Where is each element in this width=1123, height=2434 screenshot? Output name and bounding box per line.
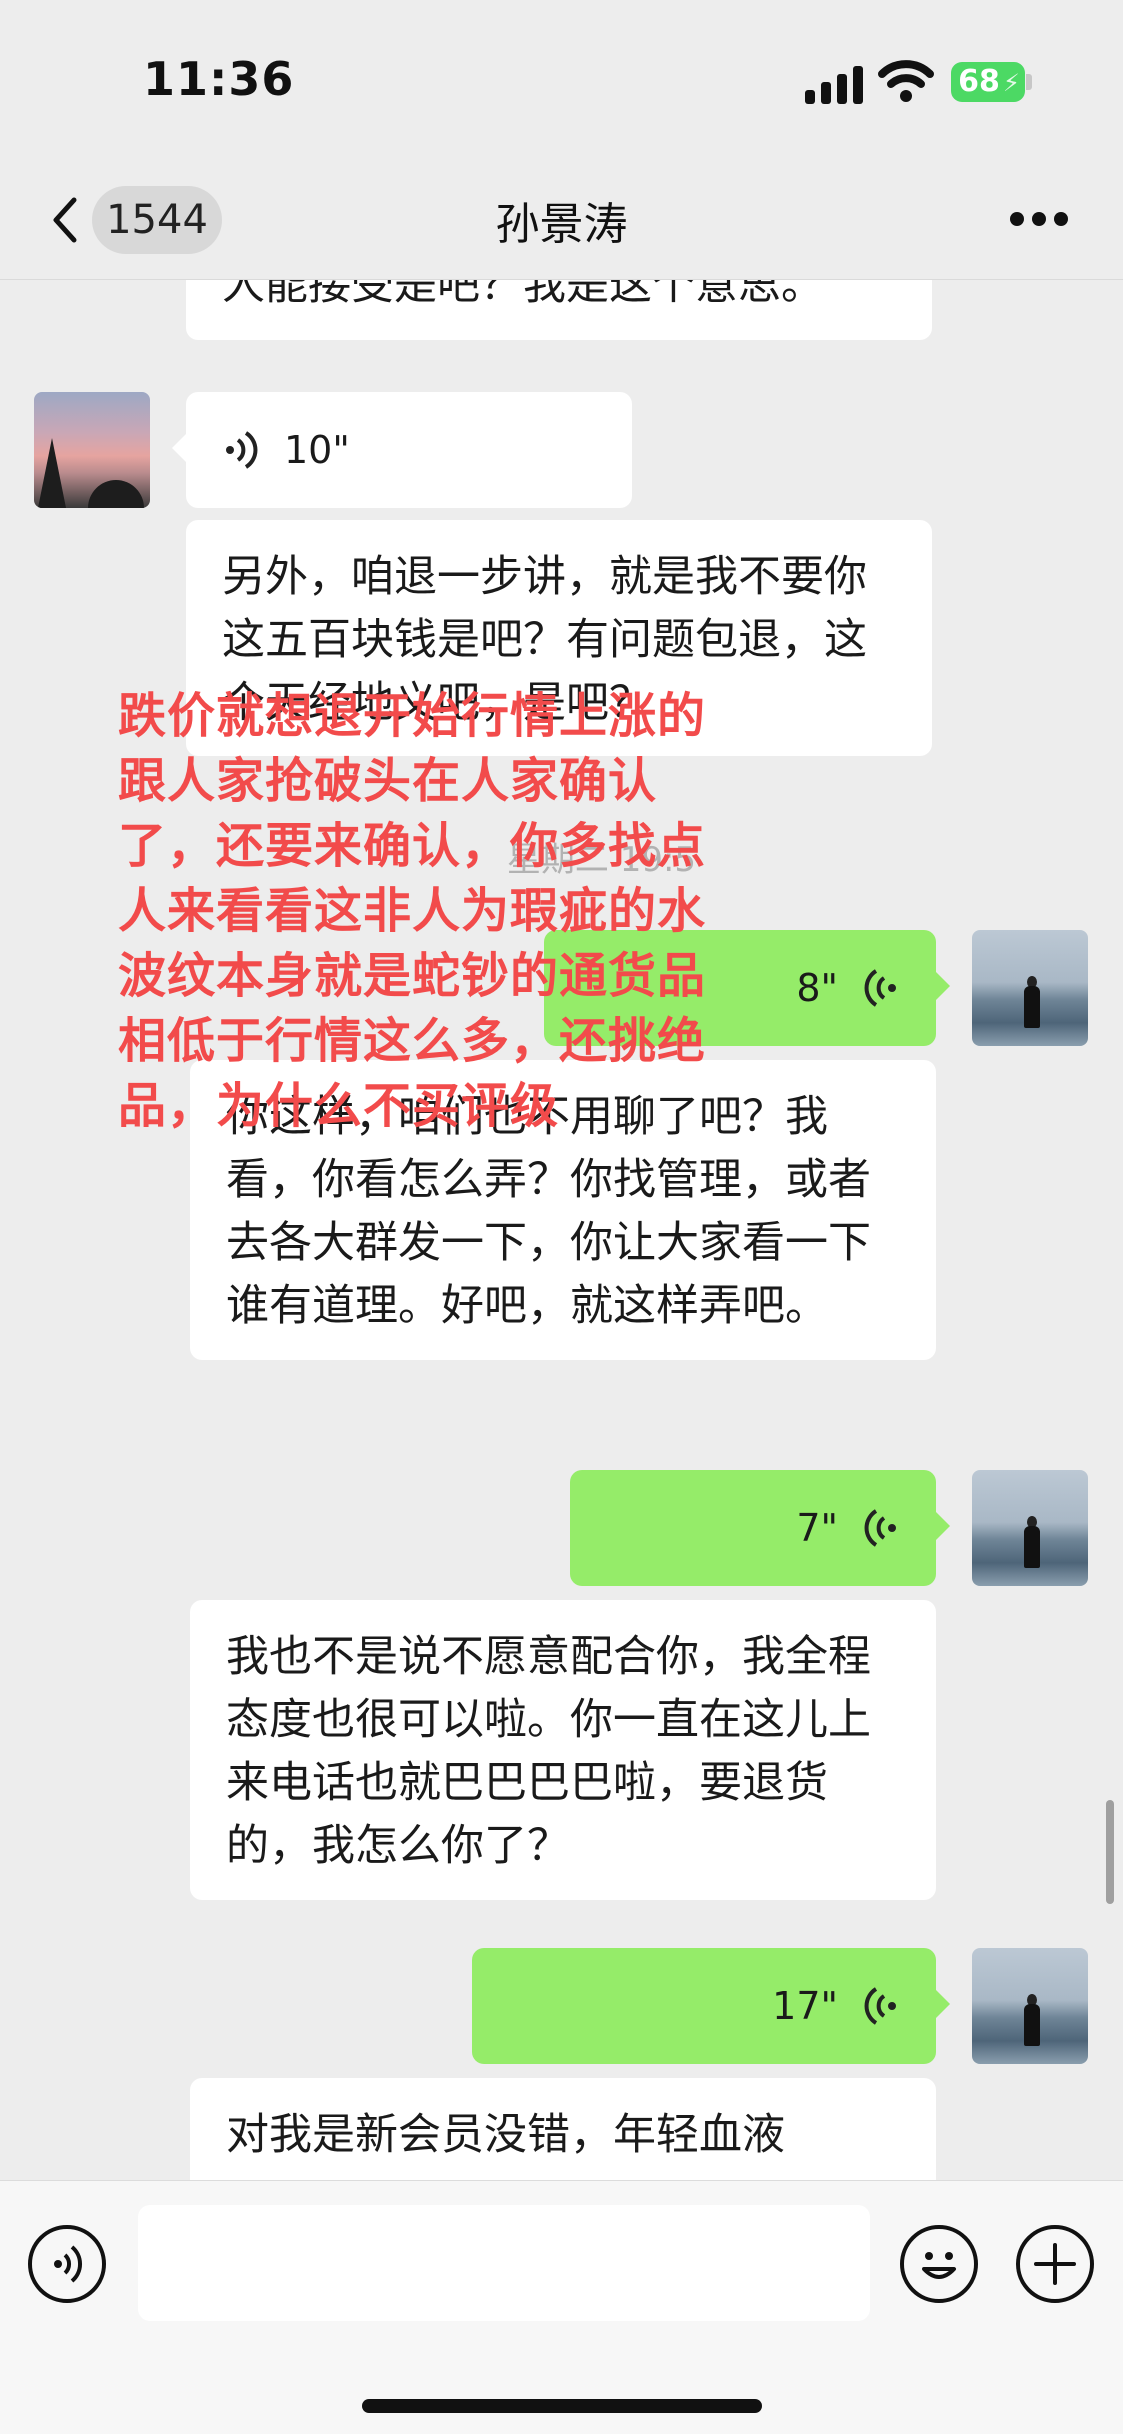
voice-wave-icon: [864, 969, 896, 1007]
message-text: 对我是新会员没错，年轻血液: [226, 2110, 785, 2160]
battery-level: 68: [958, 64, 1000, 99]
voice-duration: 17": [772, 1983, 838, 2028]
my-avatar[interactable]: [972, 930, 1088, 1046]
chat-header: 1544 孙景涛: [0, 160, 1123, 280]
voice-duration: 10": [284, 427, 350, 472]
voice-duration: 8": [796, 965, 838, 1010]
status-time: 11:36: [143, 52, 295, 106]
chat-title: 孙景涛: [495, 199, 628, 250]
emoji-icon[interactable]: [900, 2225, 978, 2303]
voice-wave-icon: [864, 1509, 896, 1547]
voice-wave-icon: [864, 1987, 896, 2025]
message-text: 人能接受是吧？我是这个意思。: [222, 280, 824, 310]
message-list[interactable]: 人能接受是吧？我是这个意思。 10" 另外，咱退一步讲，就是我不要你这五百块钱是…: [0, 280, 1123, 2180]
status-bar: 11:36 68 ⚡: [0, 0, 1123, 160]
input-bar: [0, 2180, 1123, 2434]
voice-duration: 7": [796, 1505, 838, 1550]
charging-bolt-icon: ⚡: [1003, 69, 1020, 97]
my-avatar[interactable]: [972, 1948, 1088, 2064]
voice-message-incoming[interactable]: 10": [172, 392, 632, 508]
voice-input-icon[interactable]: [28, 2225, 106, 2303]
message-text: 我也不是说不愿意配合你，我全程态度也很可以啦。你一直在这儿上来电话也就巴巴巴巴啦…: [226, 1632, 871, 1871]
voice-message-outgoing[interactable]: 17": [472, 1948, 950, 2064]
plus-icon[interactable]: [1016, 2225, 1094, 2303]
my-avatar[interactable]: [972, 1470, 1088, 1586]
wifi-icon: [878, 60, 934, 102]
contact-avatar[interactable]: [34, 392, 150, 508]
battery-icon: 68 ⚡: [951, 62, 1025, 102]
scrollbar[interactable]: [1106, 1800, 1114, 1904]
overlay-annotation-text: 跌价就想退开始行情上涨的跟人家抢破头在人家确认了，还要来确认，你多找点人来看看这…: [118, 688, 707, 1134]
cellular-signal-icon: [805, 64, 865, 104]
voice-message-outgoing[interactable]: 7": [570, 1470, 950, 1586]
voice-wave-icon: [226, 431, 258, 469]
message-bubble-incoming[interactable]: 对我是新会员没错，年轻血液: [190, 2078, 936, 2180]
message-bubble-incoming[interactable]: 我也不是说不愿意配合你，我全程态度也很可以啦。你一直在这儿上来电话也就巴巴巴巴啦…: [190, 1600, 936, 1900]
more-dots-icon[interactable]: [1010, 212, 1070, 228]
home-indicator[interactable]: [362, 2399, 762, 2413]
message-bubble-incoming[interactable]: 人能接受是吧？我是这个意思。: [186, 280, 932, 340]
message-input[interactable]: [138, 2205, 870, 2321]
battery-tip: [1026, 74, 1032, 90]
